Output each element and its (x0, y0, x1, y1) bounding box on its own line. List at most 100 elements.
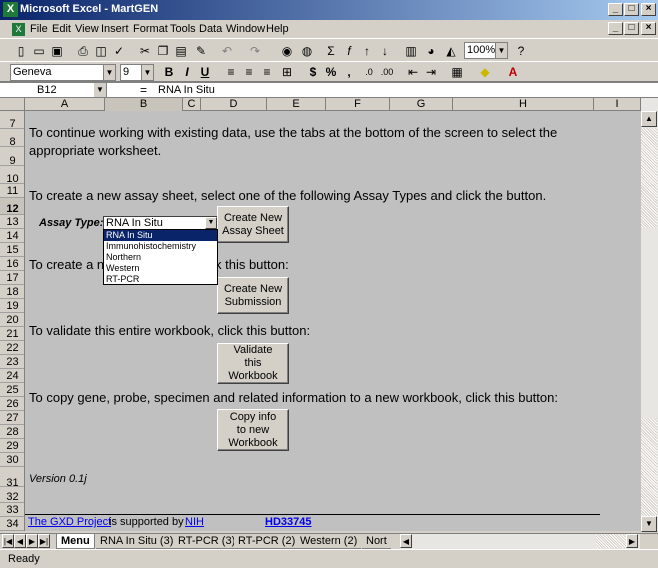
paste-icon[interactable]: ▤ (172, 42, 190, 60)
row-number[interactable]: 12 (0, 198, 24, 215)
row-number[interactable]: 30 (0, 453, 24, 467)
menu-window[interactable]: Window (226, 23, 265, 35)
align-center-icon[interactable]: ≡ (240, 63, 258, 81)
hyperlink-icon[interactable]: ◉ (278, 42, 296, 60)
align-left-icon[interactable]: ≡ (222, 63, 240, 81)
menu-data[interactable]: Data (199, 23, 222, 35)
menu-format[interactable]: Format (133, 23, 168, 35)
column-d[interactable]: D (201, 98, 267, 111)
gxd-project-link[interactable]: The GXD Project (28, 516, 111, 528)
underline-icon[interactable]: U (196, 63, 214, 81)
row-number[interactable]: 18 (0, 285, 24, 299)
minimize-button[interactable]: _ (608, 3, 623, 16)
row-number[interactable]: 29 (0, 439, 24, 453)
borders-icon[interactable]: ▦ (448, 63, 466, 81)
row-number[interactable]: 23 (0, 355, 24, 369)
redo-icon[interactable]: ↷ (246, 42, 264, 60)
formula-input[interactable]: RNA In Situ (158, 83, 215, 97)
decrease-indent-icon[interactable]: ⇤ (404, 63, 422, 81)
doc-minimize-button[interactable]: _ (608, 22, 623, 35)
worksheet-grid[interactable]: To continue working with existing data, … (25, 111, 641, 531)
chevron-down-icon[interactable]: ▼ (94, 83, 106, 97)
name-box[interactable]: B12 ▼ (3, 83, 107, 97)
row-number[interactable]: 20 (0, 313, 24, 327)
increase-decimal-icon[interactable]: .0 (360, 63, 378, 81)
tab-menu[interactable]: Menu (56, 534, 95, 549)
help-icon[interactable]: ? (512, 42, 530, 60)
column-c[interactable]: C (183, 98, 201, 111)
select-all-corner[interactable] (0, 98, 25, 111)
scroll-left-icon[interactable]: ◀ (400, 534, 412, 548)
row-number[interactable]: 28 (0, 425, 24, 439)
row-number[interactable]: 19 (0, 299, 24, 313)
percent-icon[interactable]: % (322, 63, 340, 81)
row-number[interactable]: 13 (0, 215, 24, 229)
dropdown-option[interactable]: Immunohistochemistry (104, 241, 217, 252)
font-select[interactable]: Geneva ▼ (10, 64, 116, 81)
row-number[interactable]: 9 (0, 147, 24, 167)
spelling-icon[interactable]: ✓ (110, 42, 128, 60)
align-right-icon[interactable]: ≡ (258, 63, 276, 81)
save-icon[interactable]: ▣ (48, 42, 66, 60)
vertical-scrollbar[interactable]: ▲ ▼ (641, 98, 658, 532)
row-number[interactable]: 16 (0, 257, 24, 271)
row-number[interactable]: 10 (0, 166, 24, 185)
dropdown-option[interactable]: RT-PCR (104, 274, 217, 285)
doc-restore-button[interactable]: □ (624, 22, 639, 35)
print-icon[interactable]: ⎙ (74, 42, 92, 60)
increase-indent-icon[interactable]: ⇥ (422, 63, 440, 81)
sort-ascending-icon[interactable]: ↑ (358, 42, 376, 60)
row-number[interactable]: 14 (0, 229, 24, 243)
format-painter-icon[interactable]: ✎ (192, 42, 210, 60)
column-g[interactable]: G (390, 98, 453, 111)
dropdown-option[interactable]: RNA In Situ (104, 230, 217, 241)
row-number[interactable]: 31 (0, 467, 24, 489)
scroll-up-icon[interactable]: ▲ (641, 111, 657, 127)
chart-wizard-icon[interactable]: ▥ (402, 42, 420, 60)
maximize-button[interactable]: □ (624, 3, 639, 16)
undo-icon[interactable]: ↶ (218, 42, 236, 60)
print-preview-icon[interactable]: ◫ (92, 42, 110, 60)
column-a[interactable]: A (25, 98, 105, 111)
grant-link[interactable]: HD33745 (265, 516, 311, 528)
drawing-icon[interactable]: ◭ (442, 42, 460, 60)
chevron-down-icon[interactable]: ▼ (205, 217, 217, 229)
cut-icon[interactable]: ✂ (136, 42, 154, 60)
open-icon[interactable]: ▭ (30, 42, 48, 60)
font-size-select[interactable]: 9 ▼ (120, 64, 154, 81)
row-number[interactable]: 25 (0, 383, 24, 397)
validate-workbook-button[interactable]: Validate this Workbook (217, 343, 289, 384)
create-submission-button[interactable]: Create New Submission (217, 277, 289, 314)
comma-icon[interactable]: , (340, 63, 358, 81)
scroll-down-icon[interactable]: ▼ (641, 516, 657, 532)
row-number[interactable]: 15 (0, 243, 24, 257)
bold-icon[interactable]: B (160, 63, 178, 81)
web-toolbar-icon[interactable]: ◍ (298, 42, 316, 60)
horizontal-scrollbar[interactable]: ◀ ▶ (400, 534, 640, 549)
copy-to-workbook-button[interactable]: Copy info to new Workbook (217, 409, 289, 451)
new-icon[interactable]: ▯ (12, 42, 30, 60)
italic-icon[interactable]: I (178, 63, 196, 81)
chevron-down-icon[interactable]: ▼ (141, 65, 153, 80)
column-e[interactable]: E (267, 98, 326, 111)
tab-rt-pcr-2[interactable]: RT-PCR (2) (234, 534, 300, 549)
assay-type-dropdown[interactable]: RNA In Situ Immunohistochemistry Norther… (103, 229, 218, 285)
assay-type-select[interactable]: RNA In Situ (103, 216, 217, 230)
doc-close-button[interactable]: × (641, 22, 656, 35)
menu-insert[interactable]: Insert (101, 23, 129, 35)
column-b[interactable]: B (105, 98, 183, 111)
tab-northern[interactable]: Nort (362, 534, 391, 549)
tab-rt-pcr-3[interactable]: RT-PCR (3) (174, 534, 240, 549)
row-number[interactable]: 26 (0, 397, 24, 411)
tab-rna-in-situ-3[interactable]: RNA In Situ (3) (96, 534, 178, 549)
decrease-decimal-icon[interactable]: .00 (378, 63, 396, 81)
next-sheet-icon[interactable]: ▶ (26, 534, 38, 548)
map-icon[interactable]: ◕ (422, 42, 440, 60)
menu-tools[interactable]: Tools (170, 23, 196, 35)
row-number[interactable]: 24 (0, 369, 24, 383)
row-number[interactable]: 17 (0, 271, 24, 285)
zoom-select[interactable]: 100% ▼ (464, 42, 508, 59)
tab-western-2[interactable]: Western (2) (296, 534, 362, 549)
scroll-right-icon[interactable]: ▶ (626, 534, 638, 548)
menu-view[interactable]: View (75, 23, 99, 35)
